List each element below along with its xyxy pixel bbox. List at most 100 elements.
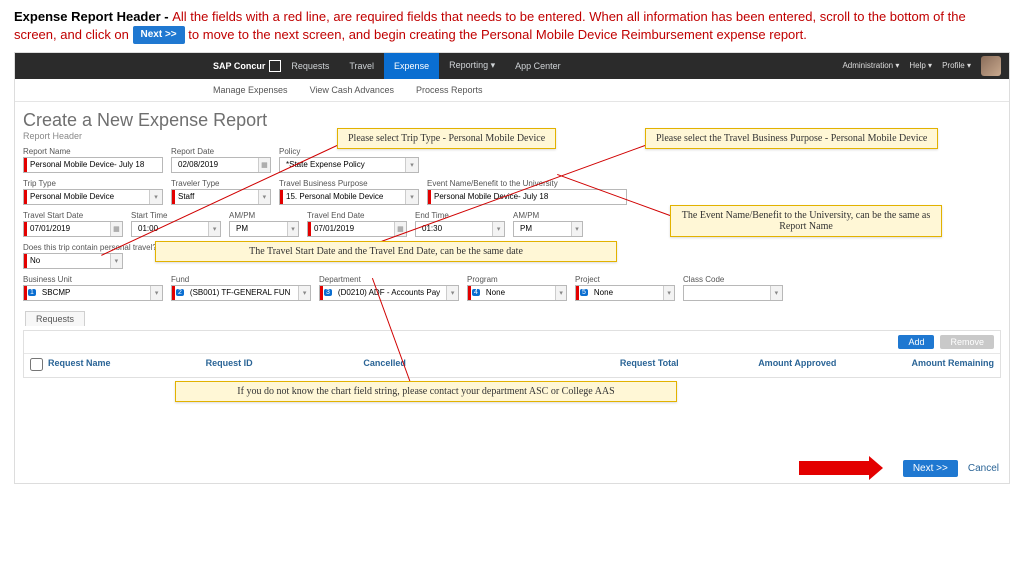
- field-control[interactable]: [279, 157, 419, 173]
- field-input[interactable]: [172, 160, 258, 169]
- field-label: Report Date: [171, 147, 271, 156]
- field-input[interactable]: [588, 288, 663, 297]
- field-travel-business-purpose: Travel Business Purpose: [279, 179, 419, 205]
- field-input[interactable]: [132, 224, 208, 233]
- field-input[interactable]: [172, 192, 258, 201]
- nav1-expense[interactable]: Expense: [384, 53, 439, 79]
- col-request-id[interactable]: Request ID: [206, 358, 364, 373]
- chevron-down-icon[interactable]: [770, 286, 782, 300]
- field-control[interactable]: 2: [171, 285, 311, 301]
- chevron-down-icon[interactable]: [405, 190, 418, 204]
- field-control[interactable]: [307, 221, 407, 237]
- field-input[interactable]: [480, 288, 555, 297]
- sequence-badge: 2: [176, 289, 184, 296]
- field-control[interactable]: 3: [319, 285, 459, 301]
- chevron-down-icon[interactable]: [555, 286, 566, 300]
- col-request-name[interactable]: Request Name: [48, 358, 206, 373]
- chevron-down-icon[interactable]: [446, 286, 458, 300]
- field-input[interactable]: [230, 224, 287, 233]
- required-indicator: [172, 286, 175, 300]
- field-control[interactable]: [171, 189, 271, 205]
- field-input[interactable]: [416, 224, 492, 233]
- chevron-down-icon[interactable]: [149, 190, 162, 204]
- field-label: Travel Business Purpose: [279, 179, 419, 188]
- field-fund: Fund2: [171, 275, 311, 301]
- field-control[interactable]: [171, 157, 271, 173]
- callout-biz-purpose: Please select the Travel Business Purpos…: [645, 128, 938, 149]
- field-class-code: Class Code: [683, 275, 783, 301]
- nav1-admin[interactable]: Administration ▾: [842, 61, 899, 70]
- chevron-down-icon[interactable]: [150, 286, 162, 300]
- chevron-down-icon[interactable]: [287, 222, 298, 236]
- chevron-down-icon[interactable]: [663, 286, 674, 300]
- chevron-down-icon[interactable]: [298, 286, 310, 300]
- callout-event-name: The Event Name/Benefit to the University…: [670, 205, 942, 237]
- field-input[interactable]: [24, 224, 110, 233]
- nav2-process[interactable]: Process Reports: [416, 85, 483, 95]
- add-button[interactable]: Add: [898, 335, 934, 349]
- field-control[interactable]: 4: [467, 285, 567, 301]
- nav1-travel[interactable]: Travel: [339, 53, 384, 79]
- big-red-arrow-icon: [799, 461, 869, 475]
- field-control[interactable]: [229, 221, 299, 237]
- nav2-manage[interactable]: Manage Expenses: [213, 85, 288, 95]
- sequence-badge: 4: [472, 289, 480, 296]
- field-label: AM/PM: [513, 211, 583, 220]
- cancel-link[interactable]: Cancel: [968, 463, 999, 474]
- field-input[interactable]: [514, 224, 571, 233]
- field-control[interactable]: [23, 189, 163, 205]
- field-control[interactable]: 1: [23, 285, 163, 301]
- nav1-requests[interactable]: Requests: [281, 53, 339, 79]
- nav1-help[interactable]: Help ▾: [909, 61, 932, 70]
- field-control[interactable]: [23, 221, 123, 237]
- field-input[interactable]: [24, 160, 162, 169]
- required-indicator: [172, 190, 175, 204]
- nav2-cash[interactable]: View Cash Advances: [310, 85, 394, 95]
- calendar-icon[interactable]: [258, 158, 270, 172]
- field-input[interactable]: [280, 192, 405, 201]
- col-cancelled[interactable]: Cancelled: [363, 358, 521, 373]
- select-all-checkbox[interactable]: [30, 358, 43, 371]
- chevron-down-icon[interactable]: [492, 222, 504, 236]
- chevron-down-icon[interactable]: [258, 190, 270, 204]
- field-input[interactable]: [684, 288, 770, 297]
- chevron-down-icon[interactable]: [571, 222, 582, 236]
- field-event-name-benefit-to-the-university: Event Name/Benefit to the University: [427, 179, 627, 205]
- chevron-down-icon[interactable]: [208, 222, 220, 236]
- field-input[interactable]: [308, 224, 394, 233]
- field-control[interactable]: 5: [575, 285, 675, 301]
- remove-button[interactable]: Remove: [940, 335, 994, 349]
- chevron-down-icon[interactable]: [110, 254, 122, 268]
- nav1-reporting[interactable]: Reporting ▾: [439, 53, 505, 79]
- field-project: Project5: [575, 275, 675, 301]
- field-input[interactable]: [184, 288, 298, 297]
- field-input[interactable]: [332, 288, 446, 297]
- field-label: Does this trip contain personal travel?: [23, 243, 157, 252]
- field-input[interactable]: [24, 256, 110, 265]
- sequence-badge: 5: [580, 289, 588, 296]
- col-request-total[interactable]: Request Total: [521, 358, 679, 373]
- avatar[interactable]: [981, 56, 1001, 76]
- field-input[interactable]: [428, 192, 626, 201]
- nav1-appcenter[interactable]: App Center: [505, 53, 571, 79]
- next-button[interactable]: Next >>: [903, 460, 958, 477]
- requests-tab[interactable]: Requests: [25, 311, 85, 326]
- field-input[interactable]: [24, 192, 149, 201]
- field-control[interactable]: [683, 285, 783, 301]
- field-control[interactable]: [427, 189, 627, 205]
- field-control[interactable]: [23, 157, 163, 173]
- instruction-banner: Expense Report Header - All the fields w…: [0, 0, 1024, 48]
- nav1-profile[interactable]: Profile ▾: [942, 61, 971, 70]
- calendar-icon[interactable]: [110, 222, 122, 236]
- field-control[interactable]: [23, 253, 123, 269]
- field-input[interactable]: [36, 288, 150, 297]
- field-control[interactable]: [513, 221, 583, 237]
- brand-logo[interactable]: SAP Concur: [213, 60, 281, 72]
- col-amount-remaining[interactable]: Amount Remaining: [836, 358, 994, 373]
- field-control[interactable]: [279, 189, 419, 205]
- sequence-badge: 1: [28, 289, 36, 296]
- chevron-down-icon[interactable]: [405, 158, 418, 172]
- field-label: Department: [319, 275, 459, 284]
- sequence-badge: 3: [324, 289, 332, 296]
- col-amount-approved[interactable]: Amount Approved: [679, 358, 837, 373]
